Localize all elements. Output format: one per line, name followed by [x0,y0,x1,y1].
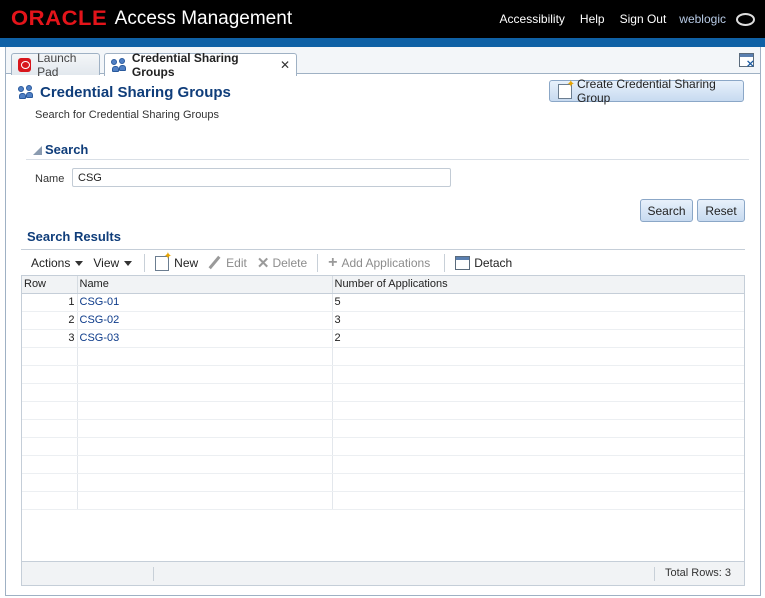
reset-button[interactable]: Reset [697,199,745,222]
table-header-row: Row Name Number of Applications [22,276,744,294]
table-row[interactable]: 3 CSG-03 2 [22,329,744,348]
view-menu[interactable]: View [93,256,133,270]
detach-label: Detach [474,256,513,270]
application-count: 2 [332,329,744,348]
results-toolbar: Actions View New Edit ✕ Delete + Add App… [21,251,745,274]
header-links: Accessibility Help Sign Out weblogic [485,0,755,38]
empty-row [22,401,744,420]
tab-label: Credential Sharing Groups [131,51,239,79]
people-icon [111,57,126,73]
divider [21,249,745,250]
toolbar-separator [444,254,446,272]
main-frame: Launch Pad Credential Sharing Groups ✕ C… [5,47,761,596]
tab-launch-pad[interactable]: Launch Pad [11,51,100,79]
oracle-ring-icon [736,12,755,26]
table-row[interactable]: 2 CSG-02 3 [22,311,744,330]
search-results-title: Search Results [27,229,121,244]
view-label: View [93,256,120,270]
table-row[interactable]: 1 CSG-01 5 [22,293,744,312]
new-label: New [174,256,199,270]
group-name-link[interactable]: CSG-01 [77,293,333,312]
tab-label: Launch Pad [37,50,77,79]
table-footer: Total Rows: 3 [22,561,744,585]
detach-window-icon[interactable] [739,53,755,70]
search-section-header[interactable]: Search [26,142,749,160]
add-applications-label: Add Applications [341,256,431,270]
row-number: 3 [22,329,78,348]
tab-credential-sharing-groups[interactable]: Credential Sharing Groups ✕ [104,51,297,79]
app-title: Access Management [114,8,293,29]
group-name-link[interactable]: CSG-03 [77,329,333,348]
empty-row [22,383,744,402]
plus-icon: + [328,254,338,271]
group-name-link[interactable]: CSG-02 [77,311,333,330]
username: weblogic [679,12,726,26]
header-accent-bar [0,38,765,47]
sign-out-link[interactable]: Sign Out [620,12,667,26]
create-credential-sharing-group-button[interactable]: Create Credential Sharing Group [549,77,744,105]
divider [654,567,655,581]
column-header-applications[interactable]: Number of Applications [332,276,744,294]
empty-row [22,437,744,456]
new-document-icon [558,79,575,99]
total-rows: Total Rows: 3 [664,567,731,579]
pencil-icon [208,256,222,270]
edit-label: Edit [226,256,247,270]
brand-name: ORACLE [11,7,108,30]
toolbar-separator [144,254,146,272]
empty-row [22,455,744,474]
oracle-logo: ORACLE Access Management [11,7,293,30]
edit-button[interactable]: Edit [208,256,247,270]
empty-row [22,419,744,438]
divider [153,567,154,581]
help-link[interactable]: Help [580,12,605,26]
global-header: ORACLE Access Management Accessibility H… [0,0,765,38]
application-count: 3 [332,311,744,330]
page-subtitle: Search for Credential Sharing Groups [35,109,220,121]
column-header-row[interactable]: Row [22,276,78,294]
results-table: Row Name Number of Applications 1 CSG-01… [21,275,745,586]
accessibility-link[interactable]: Accessibility [500,12,565,26]
empty-row [22,473,744,492]
row-number: 2 [22,311,78,330]
name-search-input[interactable]: CSG [72,168,451,187]
empty-row [22,365,744,384]
actions-menu[interactable]: Actions [31,256,84,270]
toolbar-separator [317,254,319,272]
close-tab-icon[interactable]: ✕ [280,58,290,72]
chevron-down-icon [75,260,84,266]
search-button[interactable]: Search [640,199,693,222]
name-label: Name [35,173,65,185]
detach-button[interactable]: Detach [455,256,512,270]
delete-x-icon: ✕ [256,255,270,272]
page-title-text: Credential Sharing Groups [40,84,231,101]
empty-row [22,491,744,510]
page-title: Credential Sharing Groups [18,84,231,101]
add-applications-button[interactable]: + Add Applications [328,254,430,272]
new-document-icon [155,251,172,271]
application-count: 5 [332,293,744,312]
empty-row [22,347,744,366]
actions-label: Actions [31,256,71,270]
disclosure-triangle-icon[interactable] [33,146,42,155]
tab-strip: Launch Pad Credential Sharing Groups ✕ [6,47,760,79]
oracle-icon [18,57,32,72]
create-button-label: Create Credential Sharing Group [577,77,716,105]
delete-button[interactable]: ✕ Delete [257,254,307,272]
column-header-name[interactable]: Name [77,276,333,294]
new-button[interactable]: New [155,251,199,271]
detach-icon [455,256,471,270]
search-section-title: Search [45,142,89,157]
row-number: 1 [22,293,78,312]
delete-label: Delete [272,256,308,270]
people-icon [18,85,34,100]
chevron-down-icon [124,260,133,266]
